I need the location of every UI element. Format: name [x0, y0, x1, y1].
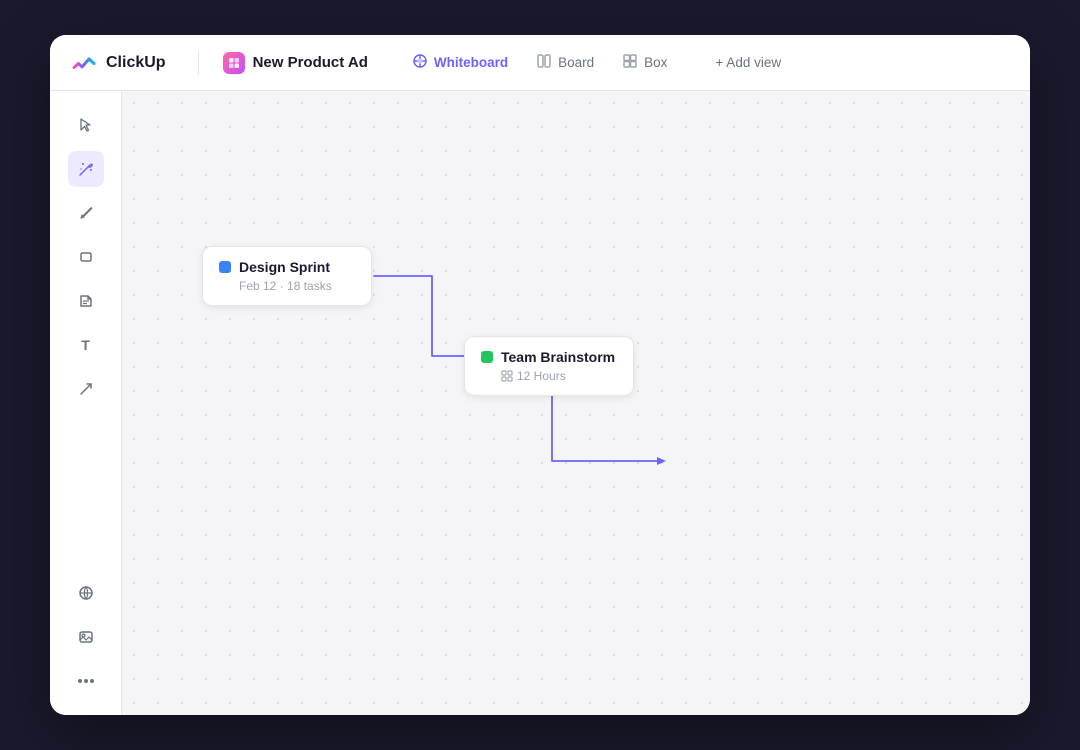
tool-more[interactable] [68, 663, 104, 699]
project-title: New Product Ad [253, 54, 368, 71]
card-team-brainstorm-title: Team Brainstorm [501, 349, 615, 365]
card-design-sprint-title: Design Sprint [239, 259, 330, 275]
card-team-brainstorm-meta: 12 Hours [501, 369, 617, 383]
header-divider [198, 51, 199, 75]
project-icon [223, 52, 245, 74]
nav-tabs: Whiteboard Board [400, 47, 680, 78]
tool-cursor[interactable] [68, 107, 104, 143]
tool-note[interactable] [68, 283, 104, 319]
whiteboard-tab-label: Whiteboard [434, 55, 508, 70]
add-view-label: + Add view [715, 55, 781, 70]
logo-area: ClickUp [70, 49, 166, 77]
tool-text[interactable]: T [68, 327, 104, 363]
board-tab-label: Board [558, 55, 594, 70]
box-tab-label: Box [644, 55, 667, 70]
tool-rectangle[interactable] [68, 239, 104, 275]
add-view-button[interactable]: + Add view [703, 49, 793, 76]
tab-whiteboard[interactable]: Whiteboard [400, 47, 520, 78]
connector-svg [122, 91, 1030, 715]
box-tab-icon [622, 53, 638, 72]
main-content: T [50, 91, 1030, 715]
card-design-sprint[interactable]: Design Sprint Feb 12 · 18 tasks [202, 246, 372, 306]
tool-connect[interactable] [68, 371, 104, 407]
board-tab-icon [536, 53, 552, 72]
card-team-brainstorm-dot [481, 351, 493, 363]
tab-board[interactable]: Board [524, 47, 606, 78]
project-area: New Product Ad [223, 52, 368, 74]
left-toolbar: T [50, 91, 122, 715]
whiteboard-tab-icon [412, 53, 428, 72]
tool-image[interactable] [68, 619, 104, 655]
card-team-brainstorm-hours: 12 Hours [517, 369, 566, 383]
card-design-sprint-dot [219, 261, 231, 273]
card-team-brainstorm[interactable]: Team Brainstorm 12 Hours [464, 336, 634, 396]
card-team-brainstorm-header: Team Brainstorm [481, 349, 617, 365]
canvas[interactable]: Design Sprint Feb 12 · 18 tasks Team Bra… [122, 91, 1030, 715]
card-design-sprint-header: Design Sprint [219, 259, 355, 275]
clickup-logo-icon [70, 49, 98, 77]
tool-pen[interactable] [68, 195, 104, 231]
header: ClickUp New Product Ad [50, 35, 1030, 91]
tab-box[interactable]: Box [610, 47, 679, 78]
card-design-sprint-subtitle: Feb 12 · 18 tasks [239, 279, 355, 293]
tool-globe[interactable] [68, 575, 104, 611]
app-window: ClickUp New Product Ad [50, 35, 1030, 715]
app-name: ClickUp [106, 54, 166, 72]
tool-magic[interactable] [68, 151, 104, 187]
